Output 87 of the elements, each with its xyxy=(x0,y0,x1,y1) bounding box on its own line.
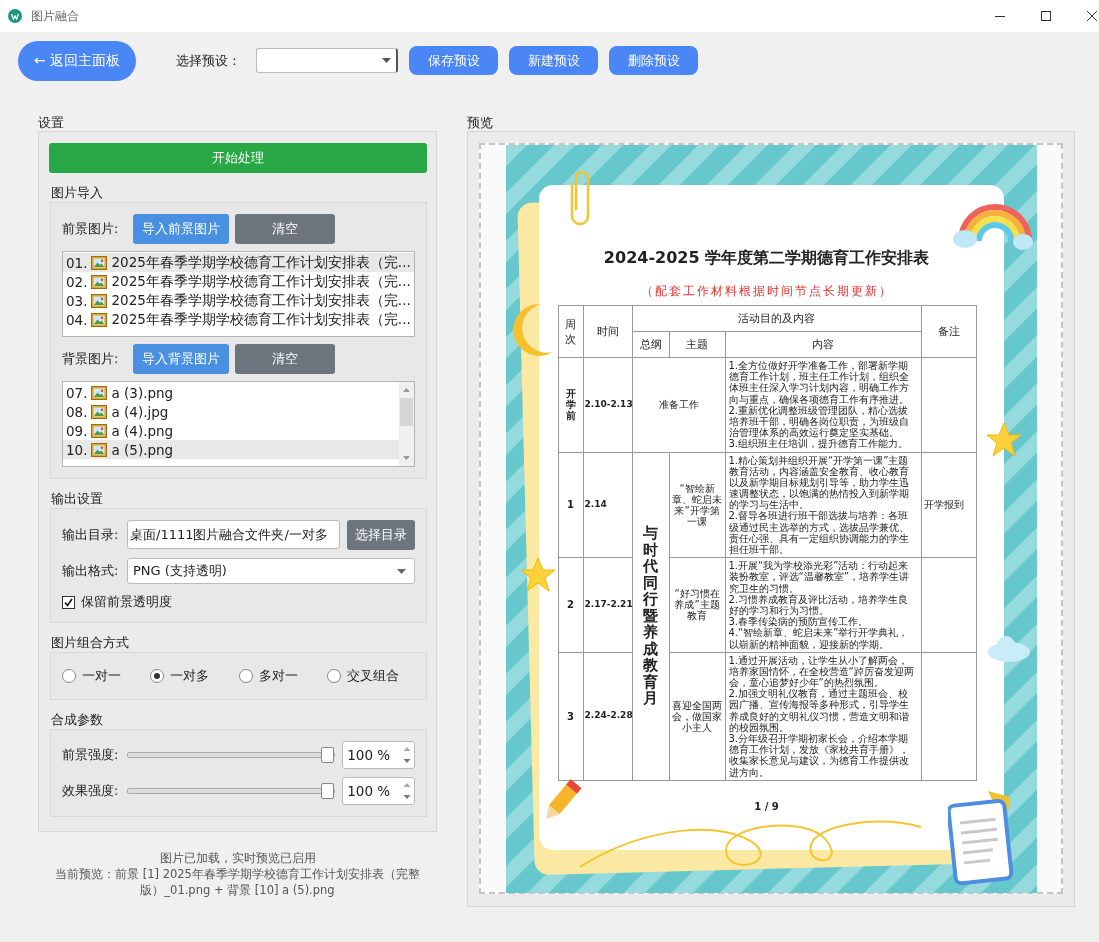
image-file-icon xyxy=(91,311,108,328)
image-file-icon xyxy=(91,273,108,290)
table-cell: 2.14 xyxy=(583,452,632,558)
image-file-icon xyxy=(91,384,108,401)
list-item[interactable]: 10. a (5).png xyxy=(63,440,399,459)
field-label: 前景强度: xyxy=(62,746,120,764)
column-header: 总纲 xyxy=(632,331,669,358)
field-label: 效果强度: xyxy=(62,782,120,800)
table-cell: 1 xyxy=(558,452,583,558)
document-title: 2024-2025 学年度第二学期德育工作安排表 xyxy=(603,247,930,269)
table-cell: “智绘新章、蛇启未来”开学第一课 xyxy=(669,452,725,558)
list-item[interactable]: 04. 2025年春季学期学校德育工作计划安排表（完... xyxy=(63,310,414,329)
clear-button[interactable]: 清空 xyxy=(235,214,335,244)
scrollbar[interactable] xyxy=(399,382,414,466)
column-header: 时间 xyxy=(583,305,632,358)
radio-button[interactable] xyxy=(326,669,341,683)
image-file-icon xyxy=(91,254,108,271)
table-cell: 2 xyxy=(558,557,583,653)
table-cell: 3 xyxy=(558,652,583,781)
radio-button[interactable] xyxy=(238,669,253,683)
spin-box[interactable]: 100 % xyxy=(342,777,415,805)
table-cell: 开学报到 xyxy=(921,452,976,558)
table-cell: “好习惯在养成”主题教育 xyxy=(669,557,725,653)
checkbox[interactable] xyxy=(62,595,75,609)
format-dropdown[interactable]: PNG (支持透明) xyxy=(127,558,415,584)
slider-thumb[interactable] xyxy=(321,747,335,763)
table-cell: 2.10-2.13 xyxy=(583,357,632,452)
app-icon xyxy=(8,9,22,23)
list-item[interactable]: 01. 2025年春季学期学校德育工作计划安排表（完... xyxy=(63,253,414,272)
status-text: 图片已加载，实时预览已启用 xyxy=(158,850,317,866)
image-file-icon xyxy=(91,441,108,458)
dropdown-arrow-icon xyxy=(397,568,406,574)
column-header: 备注 xyxy=(921,305,976,358)
maximize-icon[interactable] xyxy=(1041,11,1051,21)
radio-label: 交叉组合 xyxy=(346,667,399,685)
page-number: 1 / 9 xyxy=(753,800,780,812)
preset-label: 选择预设： xyxy=(176,52,242,70)
document-subtitle: （配套工作材料根据时间节点长期更新） xyxy=(639,285,894,297)
cloud-icon xyxy=(985,633,1032,663)
image-file-icon xyxy=(91,422,108,439)
table-cell: 1.全方位做好开学准备工作，部署新学期德育工作计划，班主任工作计划，组织全体班主任深入学习计划内容，明确工作方向与重点，确保各项德育工作有序推进。 2.重新优化调整班级管理团队，精心选拔培养班干部，明确各岗位职责，为班级自治管理体系的高效运行奠定坚实基础。 3.组织班主任培训，提升德育工作能力。 xyxy=(725,357,921,452)
slider-thumb[interactable] xyxy=(321,783,335,799)
choose-directory-button[interactable]: 选择目录 xyxy=(347,519,415,550)
group-title: 图片组合方式 xyxy=(50,634,130,652)
table-cell: 1.精心策划并组织开展“开学第一课”主题教育活动，内容涵盖安全教育、收心教育以及新学期目标规划引导等，助力学生迅速调整状态，以饱满的热情投入到新学期的学习与生活中。 2.督导各班进行班干部选拔与培养：各班级通过民主选举的方式，选拔品学兼优、责任心强、具有一定组织协调能力的学生担任班干部。 xyxy=(725,452,921,558)
field-label: 背景图片: xyxy=(62,350,120,368)
column-header: 活动目的及内容 xyxy=(632,305,921,332)
section-title: 预览 xyxy=(467,114,494,131)
moon-icon xyxy=(510,302,555,356)
group-title: 合成参数 xyxy=(50,711,104,729)
dropdown-arrow-icon xyxy=(382,58,391,63)
section-title: 设置 xyxy=(38,114,65,131)
spin-box[interactable]: 100 % xyxy=(342,741,415,769)
column-header: 周次 xyxy=(558,305,583,358)
directory-field[interactable]: 桌面/1111图片融合文件夹/一对多 xyxy=(127,520,341,549)
table-cell: 1.通过开展活动，让学生从小了解两会，培养家国情怀，在全校营造“踔厉奋发迎两会，童心追梦好少年”的热烈氛围。 2.加强文明礼仪教育，通过主题班会、校园广播、宣传海报等多种形式，引导学生养成良好的文明礼仪习惯，营造文明和谐的校园氛围。 3.分年级召开学期初家长会，介绍本学期德育工作计划，发放《家校共育手册》，收集家长意见与建议，为德育工作提供改进方向。 xyxy=(725,652,921,781)
status-text: 当前预览：前景 [1] 2025年春季学期学校德育工作计划安排表（完整版）_01.png + 背景 [10] a (5).png xyxy=(54,866,421,898)
star-icon xyxy=(985,422,1022,458)
close-icon[interactable] xyxy=(1087,11,1097,21)
field-label: 输出格式: xyxy=(62,562,120,580)
radio-button[interactable] xyxy=(150,669,165,683)
table-cell: 准备工作 xyxy=(632,357,725,452)
table-cell: 开学前 xyxy=(558,357,583,452)
radio-label: 一对多 xyxy=(170,667,210,685)
column-header: 主题 xyxy=(669,331,725,358)
radio-button[interactable] xyxy=(62,669,76,683)
window-title: 图片融合 xyxy=(31,7,79,25)
field-label: 输出目录: xyxy=(62,525,120,544)
field-label: 前景图片: xyxy=(62,220,120,238)
clear-button[interactable]: 清空 xyxy=(235,344,335,374)
image-file-icon xyxy=(91,403,108,420)
list-item[interactable]: 03. 2025年春季学期学校德育工作计划安排表（完... xyxy=(63,291,414,310)
group-title: 输出设置 xyxy=(50,490,104,508)
list-item[interactable]: 09. a (4).png xyxy=(63,421,399,440)
preset-dropdown[interactable] xyxy=(256,48,398,73)
table-cell: 1.开展“我为学校添光彩”活动：行动起来装扮教室，评选“温馨教室”，培养学生讲究卫生的习惯。 2.习惯养成教育及评比活动，培养学生良好的学习和行为习惯。 3.春季传染病的预防宣传工作。 4.“智绘新章、蛇启未来”举行开学典礼，以崭新的精神面貌，迎接新的学期。 xyxy=(725,557,921,653)
radio-label: 多对一 xyxy=(258,667,298,685)
checkbox-label: 保留前景透明度 xyxy=(81,593,172,611)
table-cell: 喜迎全国两会，做国家小主人 xyxy=(669,652,725,781)
star-icon xyxy=(519,557,556,593)
radio-label: 一对一 xyxy=(82,667,121,685)
image-file-icon xyxy=(91,292,108,309)
list-item[interactable]: 08. a (4).jpg xyxy=(63,402,399,421)
list-item[interactable]: 07. a (3).png xyxy=(63,383,399,402)
group-title: 图片导入 xyxy=(50,184,104,202)
list-item[interactable]: 02. 2025年春季学期学校德育工作计划安排表（完... xyxy=(63,272,414,291)
table-cell: 与时代同行暨养成教育月 xyxy=(632,452,669,781)
